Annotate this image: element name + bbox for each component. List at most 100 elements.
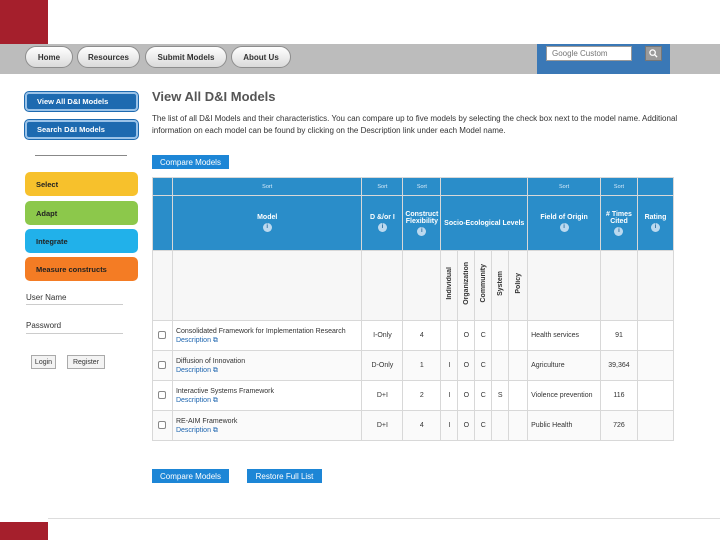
- field-cell: Violence prevention: [527, 380, 601, 411]
- header-row: Model i D &/or Ii Construct Flexibility i …: [152, 195, 675, 251]
- compare-checkbox[interactable]: [158, 390, 167, 399]
- model-name: Diffusion of Innovation: [175, 357, 246, 365]
- compare-checkbox[interactable]: [158, 420, 167, 429]
- step-integrate-button[interactable]: Integrate: [25, 229, 138, 253]
- external-link-icon: ⧉: [212, 396, 218, 404]
- sort-field-link[interactable]: Sort: [527, 177, 601, 196]
- level-cell: S: [491, 380, 510, 411]
- level-individual: Individual: [445, 266, 453, 300]
- cited-cell: 116: [600, 380, 638, 411]
- model-name: Interactive Systems Framework: [175, 387, 274, 395]
- level-cell: C: [474, 350, 493, 381]
- flex-cell: 4: [402, 320, 442, 351]
- col-field: Field of Origin i: [527, 195, 601, 251]
- page: Home Resources Submit Models About Us Vi…: [0, 0, 720, 540]
- brand-corner-top: [0, 0, 48, 44]
- compare-checkbox[interactable]: [158, 330, 167, 339]
- compare-models-top-button[interactable]: Compare Models: [152, 155, 229, 169]
- nav-resources-button[interactable]: Resources: [77, 46, 140, 68]
- info-icon[interactable]: i: [650, 223, 660, 232]
- cited-cell: 91: [600, 320, 638, 351]
- flex-cell: 4: [402, 410, 442, 441]
- restore-full-list-button[interactable]: Restore Full List: [247, 469, 322, 483]
- level-organization: Organization: [462, 261, 470, 305]
- level-cell: C: [474, 410, 493, 441]
- step-select-button[interactable]: Select: [25, 172, 138, 196]
- brand-corner-bottom: [0, 522, 48, 540]
- nav-about-us-button[interactable]: About Us: [231, 46, 291, 68]
- sort-model-link[interactable]: Sort: [171, 177, 363, 196]
- password-input[interactable]: [26, 333, 123, 334]
- sidebar-divider: [35, 155, 127, 156]
- col-di: D &/or Ii: [361, 195, 404, 251]
- models-table: Sort Sort Sort Sort Sort Model i D &/or I…: [152, 177, 675, 441]
- sort-cited-link[interactable]: Sort: [600, 177, 638, 196]
- login-button[interactable]: Login: [31, 355, 56, 369]
- info-icon[interactable]: i: [417, 226, 427, 236]
- flex-cell: 2: [402, 380, 442, 411]
- sort-di-link[interactable]: Sort: [361, 177, 404, 196]
- table-row: RE-AIM Framework Description ⧉ D+I 4 I O C Publ…: [152, 410, 675, 441]
- info-icon[interactable]: i: [262, 223, 272, 232]
- description-link[interactable]: Description ⧉: [176, 426, 359, 435]
- intro-text: The list of all D&I Models and their cha…: [152, 114, 678, 135]
- compare-checkbox[interactable]: [158, 360, 167, 369]
- user-name-label: User Name: [26, 293, 67, 302]
- user-name-input[interactable]: [26, 304, 123, 305]
- external-link-icon: ⧉: [212, 336, 218, 344]
- field-cell: Agriculture: [527, 350, 601, 381]
- col-flex: Construct Flexibility i: [402, 195, 442, 251]
- level-cell: C: [474, 380, 493, 411]
- rating-cell: [636, 410, 675, 441]
- search-models-button[interactable]: Search D&I Models: [25, 120, 138, 139]
- nav-home-button[interactable]: Home: [25, 46, 73, 68]
- level-cell: [491, 320, 510, 351]
- password-label: Password: [26, 321, 62, 330]
- description-link[interactable]: Description ⧉: [176, 396, 359, 405]
- info-icon[interactable]: i: [614, 226, 624, 236]
- external-link-icon: ⧉: [212, 426, 218, 434]
- sort-flex-link[interactable]: Sort: [402, 177, 442, 196]
- col-socio: Socio-Ecological Levels: [440, 195, 529, 251]
- rating-cell: [636, 320, 675, 351]
- col-cited: # Times Cited i: [600, 195, 638, 251]
- search-input[interactable]: [546, 46, 632, 61]
- field-cell: Public Health: [527, 410, 601, 441]
- field-cell: Health services: [527, 320, 601, 351]
- level-cell: I: [440, 350, 459, 381]
- cited-cell: 39,364: [600, 350, 638, 381]
- view-all-models-button[interactable]: View All D&I Models: [25, 92, 138, 111]
- level-cell: O: [457, 320, 476, 351]
- footer-divider: [48, 518, 720, 519]
- level-system: System: [496, 270, 504, 296]
- model-rows: Consolidated Framework for Implementatio…: [152, 320, 675, 441]
- info-icon[interactable]: i: [559, 223, 569, 232]
- level-cell: C: [474, 320, 493, 351]
- level-policy: Policy: [514, 272, 522, 294]
- description-link[interactable]: Description ⧉: [176, 366, 359, 375]
- level-cell: O: [457, 410, 476, 441]
- compare-models-bottom-button[interactable]: Compare Models: [152, 469, 229, 483]
- level-cell: [508, 380, 529, 411]
- table-row: Diffusion of Innovation Description ⧉ D-On…: [152, 350, 675, 381]
- flex-cell: 1: [402, 350, 442, 381]
- col-rating: Rating i: [636, 195, 675, 251]
- table-row: Interactive Systems Framework Description…: [152, 380, 675, 411]
- nav-submit-models-button[interactable]: Submit Models: [145, 46, 227, 68]
- model-name: Consolidated Framework for Implementatio…: [175, 327, 346, 335]
- di-cell: I-Only: [361, 320, 404, 351]
- level-cell: [508, 320, 529, 351]
- description-link[interactable]: Description ⧉: [176, 336, 359, 345]
- page-title: View All D&I Models: [152, 89, 276, 104]
- model-name: RE-AIM Framework: [175, 417, 238, 425]
- info-icon[interactable]: i: [377, 223, 387, 232]
- rating-cell: [636, 380, 675, 411]
- level-cell: [440, 320, 459, 351]
- register-button[interactable]: Register: [67, 355, 105, 369]
- step-adapt-button[interactable]: Adapt: [25, 201, 138, 225]
- levels-row: Individual Organization Community System…: [152, 250, 675, 321]
- search-button[interactable]: [645, 46, 662, 61]
- step-measure-constructs-button[interactable]: Measure constructs: [25, 257, 138, 281]
- di-cell: D+I: [361, 410, 404, 441]
- magnifier-icon: [649, 49, 658, 58]
